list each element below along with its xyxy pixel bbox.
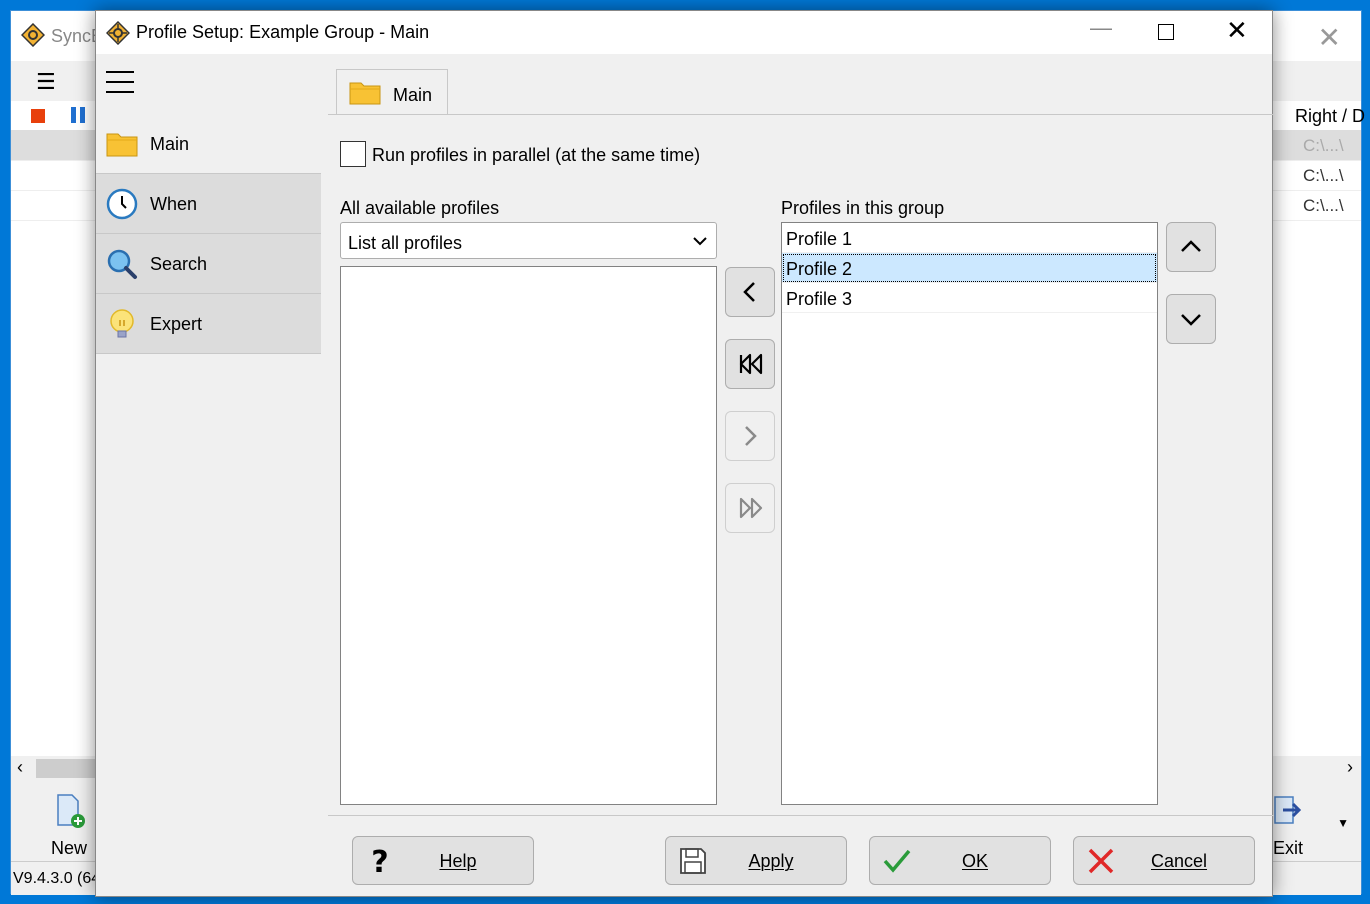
move-left-button[interactable] <box>725 267 775 317</box>
bottom-divider <box>328 815 1274 816</box>
maximize-icon[interactable] <box>1158 24 1174 40</box>
move-down-button[interactable] <box>1166 294 1216 344</box>
sidebar-item-label: Main <box>150 134 190 154</box>
move-right-button[interactable] <box>725 411 775 461</box>
chevron-down-icon <box>1181 314 1201 326</box>
help-button[interactable]: ? Help <box>352 836 534 885</box>
dialog-title-bar: Profile Setup: Example Group - Main — ✕ <box>96 11 1272 54</box>
move-all-left-button[interactable] <box>725 339 775 389</box>
syncback-app-icon <box>21 23 45 47</box>
dialog-title: Profile Setup: Example Group - Main <box>136 22 430 42</box>
ok-button[interactable]: OK <box>869 836 1051 885</box>
rewind-icon <box>739 353 763 375</box>
sidebar-item-label: Search <box>150 254 208 274</box>
parallel-checkbox[interactable] <box>340 141 366 167</box>
exit-button-label: Exit <box>1272 838 1303 858</box>
magnifier-icon <box>107 249 137 279</box>
pause-icon[interactable] <box>71 107 87 123</box>
new-button[interactable]: New <box>51 793 87 859</box>
stop-icon[interactable] <box>31 109 45 123</box>
list-item-selected[interactable]: Profile 2 <box>782 253 1157 283</box>
apply-button[interactable]: Apply <box>665 836 847 885</box>
chevron-down-icon <box>693 237 707 246</box>
version-text: V9.4.3.0 (64 <box>13 870 101 887</box>
available-profiles-label: All available profiles <box>340 198 500 218</box>
parallel-checkbox-label[interactable]: Run profiles in parallel (at the same ti… <box>372 145 700 166</box>
scrollbar-thumb[interactable] <box>36 759 96 778</box>
available-profiles-list[interactable] <box>340 266 717 805</box>
ok-button-label: OK <box>961 851 988 871</box>
background-menu-icon[interactable]: ☰ <box>36 69 56 95</box>
minimize-icon[interactable]: — <box>1086 15 1116 45</box>
row-path: C:\...\ <box>1303 196 1344 215</box>
lightbulb-icon <box>110 309 134 338</box>
exit-icon <box>1274 796 1302 824</box>
syncback-app-icon <box>106 21 130 45</box>
row-path: C:\...\ <box>1303 166 1344 185</box>
group-profiles-label: Profiles in this group <box>781 198 945 218</box>
chevron-left-icon <box>743 282 755 302</box>
sidebar-item-search[interactable]: Search <box>96 234 321 294</box>
row-path: C:\...\ <box>1303 136 1344 155</box>
sidebar-item-label: When <box>150 194 198 214</box>
list-item[interactable]: Profile 1 <box>782 223 1157 253</box>
background-close-icon[interactable]: ✕ <box>1318 21 1341 54</box>
scroll-right-icon[interactable]: › <box>1347 757 1353 778</box>
tab-main[interactable]: Main <box>336 69 448 115</box>
dropdown-caret-icon[interactable]: ▼ <box>1337 816 1349 830</box>
close-icon[interactable]: ✕ <box>1226 15 1248 46</box>
clock-icon <box>106 188 138 220</box>
list-item-label: Profile 3 <box>786 289 853 309</box>
cancel-button[interactable]: Cancel <box>1073 836 1255 885</box>
chevron-up-icon <box>1181 240 1201 252</box>
tab-label: Main <box>393 85 433 105</box>
list-item-label: Profile 2 <box>786 259 853 279</box>
group-profiles-list[interactable]: Profile 1 Profile 2 Profile 3 <box>781 222 1158 805</box>
folder-icon <box>349 82 381 105</box>
scroll-left-icon[interactable]: ‹ <box>17 757 23 778</box>
profile-filter-select[interactable]: List all profiles <box>340 222 717 259</box>
profile-filter-value: List all profiles <box>348 233 463 253</box>
list-item[interactable]: Profile 3 <box>782 283 1157 313</box>
move-up-button[interactable] <box>1166 222 1216 272</box>
folder-icon <box>106 133 138 157</box>
right-column-header[interactable]: Right / D <box>1295 106 1365 127</box>
help-button-label: Help <box>439 851 477 871</box>
profile-setup-dialog: Profile Setup: Example Group - Main — ✕ … <box>95 10 1274 897</box>
sidebar-item-label: Expert <box>150 314 203 334</box>
sidebar-item-expert[interactable]: Expert <box>96 294 321 354</box>
new-button-label: New <box>51 838 88 858</box>
sidebar: Main When Search Expert <box>96 114 321 354</box>
apply-button-label: Apply <box>748 851 794 871</box>
sidebar-menu-icon[interactable] <box>106 71 134 93</box>
sidebar-item-when[interactable]: When <box>96 174 321 234</box>
list-item-label: Profile 1 <box>786 229 853 249</box>
move-all-right-button[interactable] <box>725 483 775 533</box>
chevron-right-icon <box>745 426 757 446</box>
fast-forward-icon <box>739 497 763 519</box>
exit-button[interactable]: Exit <box>1271 793 1305 859</box>
sidebar-item-main[interactable]: Main <box>96 114 321 174</box>
cancel-button-label: Cancel <box>1150 851 1208 871</box>
new-profile-icon <box>57 794 85 828</box>
tab-divider <box>328 114 1274 115</box>
